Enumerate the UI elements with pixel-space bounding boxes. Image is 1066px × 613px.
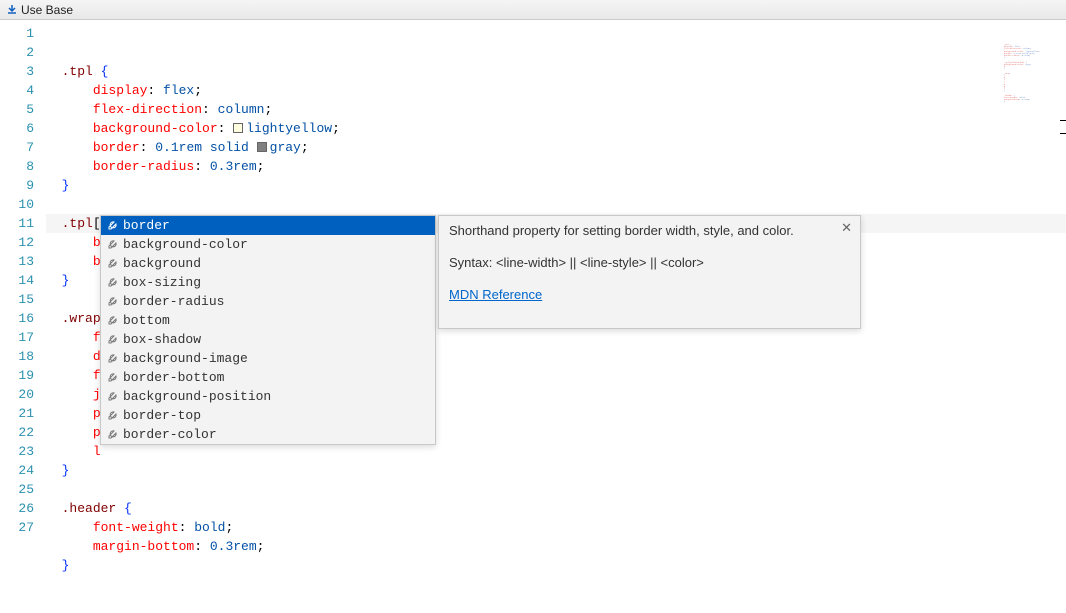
suggestion-label: border-color: [123, 427, 217, 442]
wrench-icon: [105, 220, 119, 232]
suggestion-label: background-color: [123, 237, 248, 252]
wrench-icon: [105, 391, 119, 403]
line-number: 9: [0, 176, 34, 195]
line-number: 27: [0, 518, 34, 537]
line-number: 12: [0, 233, 34, 252]
use-base-label: Use Base: [21, 3, 73, 17]
wrench-icon: [105, 277, 119, 289]
line-number: 20: [0, 385, 34, 404]
download-icon: [6, 4, 18, 16]
doc-description: Shorthand property for setting border wi…: [449, 222, 850, 240]
suggestion-item[interactable]: border-radius: [101, 292, 435, 311]
suggestion-label: border-radius: [123, 294, 224, 309]
suggestion-item[interactable]: background-image: [101, 349, 435, 368]
suggestion-label: border: [123, 218, 170, 233]
wrench-icon: [105, 372, 119, 384]
code-line: }: [46, 461, 1066, 480]
line-number: 3: [0, 62, 34, 81]
line-number: 5: [0, 100, 34, 119]
wrench-icon: [105, 258, 119, 270]
code-line: }: [46, 176, 1066, 195]
suggestion-label: border-top: [123, 408, 201, 423]
suggestion-label: box-shadow: [123, 332, 201, 347]
wrench-icon: [105, 334, 119, 346]
line-number: 7: [0, 138, 34, 157]
line-number-gutter: 1234567891011121314151617181920212223242…: [0, 20, 46, 548]
code-line: flex-direction: column;: [46, 100, 1066, 119]
code-line: .header {: [46, 499, 1066, 518]
wrench-icon: [105, 239, 119, 251]
color-swatch: [257, 142, 267, 152]
code-line: [46, 480, 1066, 499]
wrench-icon: [105, 315, 119, 327]
documentation-popup: ✕ Shorthand property for setting border …: [438, 215, 861, 329]
doc-syntax: Syntax: <line-width> || <line-style> || …: [449, 254, 850, 272]
suggestion-item[interactable]: border-color: [101, 425, 435, 444]
line-number: 24: [0, 461, 34, 480]
line-number: 4: [0, 81, 34, 100]
line-number: 23: [0, 442, 34, 461]
line-number: 26: [0, 499, 34, 518]
suggestion-item[interactable]: background-color: [101, 235, 435, 254]
code-line: border: 0.1rem solid gray;: [46, 138, 1066, 157]
line-number: 16: [0, 309, 34, 328]
line-number: 6: [0, 119, 34, 138]
suggestion-label: bottom: [123, 313, 170, 328]
wrench-icon: [105, 429, 119, 441]
code-line: .tpl {: [46, 62, 1066, 81]
use-base-button[interactable]: Use Base: [2, 3, 77, 17]
line-number: 1: [0, 24, 34, 43]
suggestion-item[interactable]: box-shadow: [101, 330, 435, 349]
suggestion-label: box-sizing: [123, 275, 201, 290]
suggestion-item[interactable]: border-top: [101, 406, 435, 425]
line-number: 18: [0, 347, 34, 366]
line-number: 13: [0, 252, 34, 271]
suggestion-label: border-bottom: [123, 370, 224, 385]
line-number: 25: [0, 480, 34, 499]
line-number: 19: [0, 366, 34, 385]
line-number: 11: [0, 214, 34, 233]
line-number: 22: [0, 423, 34, 442]
code-line: }: [46, 556, 1066, 575]
line-number: 2: [0, 43, 34, 62]
suggestion-label: background: [123, 256, 201, 271]
suggestion-item[interactable]: bottom: [101, 311, 435, 330]
close-icon[interactable]: ✕: [841, 220, 852, 236]
suggestion-item[interactable]: background-position: [101, 387, 435, 406]
suggestion-item[interactable]: box-sizing: [101, 273, 435, 292]
wrench-icon: [105, 410, 119, 422]
code-line: font-weight: bold;: [46, 518, 1066, 537]
line-number: 21: [0, 404, 34, 423]
line-number: 15: [0, 290, 34, 309]
code-line: background-color: lightyellow;: [46, 119, 1066, 138]
code-line: border-radius: 0.3rem;: [46, 157, 1066, 176]
code-line: display: flex;: [46, 81, 1066, 100]
wrench-icon: [105, 353, 119, 365]
suggestion-label: background-image: [123, 351, 248, 366]
toolbar: Use Base: [0, 0, 1066, 20]
suggestion-item[interactable]: border: [101, 216, 435, 235]
line-number: 17: [0, 328, 34, 347]
suggestion-item[interactable]: border-bottom: [101, 368, 435, 387]
wrench-icon: [105, 296, 119, 308]
line-number: 8: [0, 157, 34, 176]
color-swatch: [233, 123, 243, 133]
suggestion-item[interactable]: background: [101, 254, 435, 273]
code-line: [46, 195, 1066, 214]
line-number: 14: [0, 271, 34, 290]
suggestion-label: background-position: [123, 389, 271, 404]
code-line: margin-bottom: 0.3rem;: [46, 537, 1066, 556]
line-number: 10: [0, 195, 34, 214]
autocomplete-popup[interactable]: border background-color background box-sizi…: [100, 215, 436, 445]
mdn-reference-link[interactable]: MDN Reference: [449, 287, 542, 302]
